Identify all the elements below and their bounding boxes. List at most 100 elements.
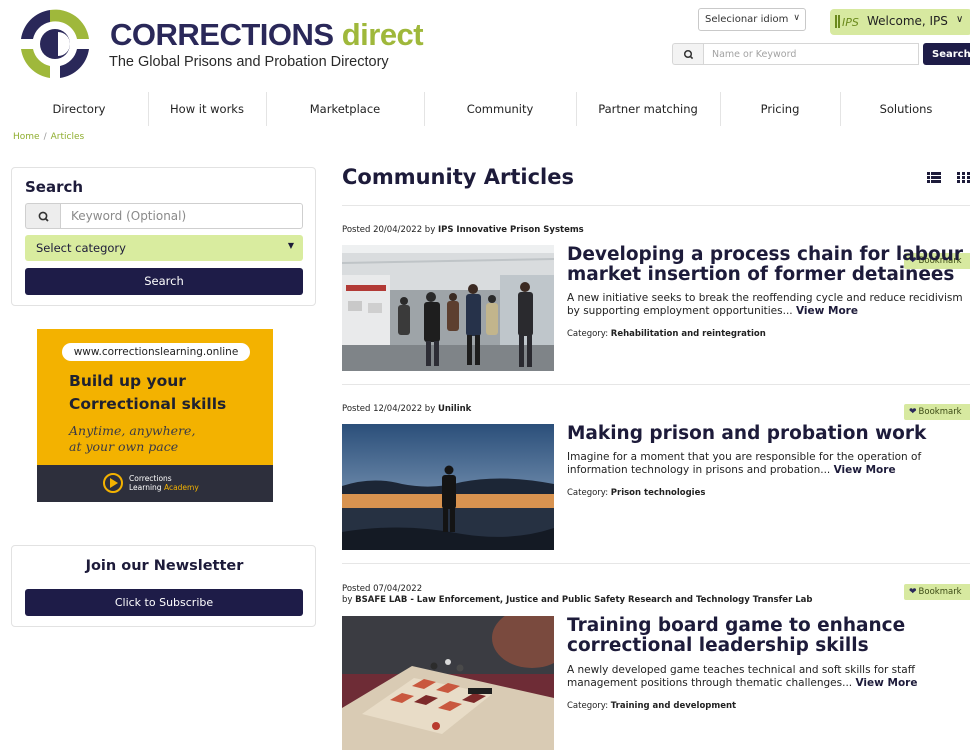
nav-item-partner-matching[interactable]: Partner matching: [578, 88, 718, 130]
nav-divider: [148, 92, 149, 126]
view-more-link[interactable]: View More: [855, 677, 917, 689]
chevron-down-icon: ∨: [793, 13, 800, 23]
keyword-search-icon-box: [25, 203, 61, 229]
article-title[interactable]: Training board game to enhance correctio…: [567, 616, 970, 656]
language-select-label: Selecionar idiom: [705, 14, 789, 25]
ad-headline-line2: Correctional skills: [69, 395, 227, 413]
ips-logo-icon: IPS: [835, 15, 859, 29]
header-search-button[interactable]: Search: [923, 43, 970, 65]
article-author[interactable]: IPS Innovative Prison Systems: [438, 225, 584, 235]
ad-brand-line1: Corrections: [129, 474, 172, 483]
header-search-icon-box: [672, 43, 704, 65]
article-category: Category: Training and development: [567, 701, 736, 711]
article-card: Posted 12/04/2022 by Unilink ❤ Bookmark M…: [342, 404, 970, 554]
brand-tagline: The Global Prisons and Probation Directo…: [109, 54, 389, 70]
divider: [342, 205, 970, 206]
nav-item-pricing[interactable]: Pricing: [722, 88, 838, 130]
article-excerpt: Imagine for a moment that you are respon…: [567, 451, 970, 477]
subscribe-button[interactable]: Click to Subscribe: [25, 589, 303, 616]
search-icon: [683, 49, 694, 60]
brand-name-part2: direct: [341, 17, 424, 52]
play-icon: [103, 473, 123, 493]
article-category-link[interactable]: Rehabilitation and reintegration: [611, 329, 766, 339]
article-card: Posted 07/04/2022 by BSAFE LAB - Law Enf…: [342, 584, 970, 750]
article-category: Category: Prison technologies: [567, 488, 705, 498]
nav-divider: [720, 92, 721, 126]
category-select[interactable]: Select category ▼: [25, 235, 303, 261]
article-posted-date: Posted 12/04/2022 by: [342, 404, 436, 414]
search-icon: [38, 211, 49, 222]
language-select[interactable]: Selecionar idiom ∨: [698, 8, 806, 31]
ad-headline: Build up your Correctional skills: [69, 370, 226, 416]
article-category-link[interactable]: Training and development: [611, 701, 736, 711]
article-category-link[interactable]: Prison technologies: [611, 488, 706, 498]
article-category: Category: Rehabilitation and reintegrati…: [567, 329, 766, 339]
article-excerpt: A newly developed game teaches technical…: [567, 664, 970, 690]
sidebar-search-card: Search Select category ▼ Search: [11, 167, 316, 306]
ad-footer: Corrections Learning Academy: [37, 465, 273, 502]
corrections-direct-logo[interactable]: [10, 8, 100, 80]
article-author[interactable]: Unilink: [438, 404, 471, 414]
article-title[interactable]: Making prison and probation work: [567, 424, 970, 444]
nav-divider: [840, 92, 841, 126]
breadcrumb-current: Articles: [50, 132, 85, 142]
article-image[interactable]: [342, 424, 554, 550]
bookmark-button[interactable]: ❤ Bookmark: [904, 404, 970, 420]
grid-view-icon[interactable]: [957, 172, 970, 183]
list-view-icon[interactable]: [927, 172, 941, 183]
ad-tagline: Anytime, anywhere, at your own pace: [69, 423, 195, 455]
ad-brand-line2b: Academy: [163, 483, 199, 492]
nav-item-how-it-works[interactable]: How it works: [150, 88, 264, 130]
sidebar-search-title: Search: [25, 178, 84, 196]
article-excerpt-text: A new initiative seeks to break the reof…: [567, 292, 963, 317]
category-select-label: Select category: [36, 241, 126, 255]
user-menu[interactable]: IPS Welcome, IPS ∨: [830, 9, 970, 35]
keyword-input[interactable]: [60, 203, 303, 229]
breadcrumb: Home / Articles: [13, 132, 84, 142]
bookmark-button[interactable]: ❤ Bookmark: [904, 584, 970, 600]
main-nav: Directory How it works Marketplace Commu…: [0, 88, 970, 132]
welcome-text: Welcome, IPS: [867, 14, 948, 28]
header-search-input[interactable]: [703, 43, 919, 65]
nav-item-directory[interactable]: Directory: [20, 88, 138, 130]
nav-divider: [576, 92, 577, 126]
ad-tagline-line2: at your own pace: [69, 439, 179, 454]
ad-headline-line1: Build up your: [69, 372, 186, 390]
article-image[interactable]: [342, 245, 554, 371]
bookmark-label: Bookmark: [918, 587, 962, 597]
article-posted: Posted 12/04/2022 by Unilink: [342, 404, 471, 415]
nav-item-community[interactable]: Community: [426, 88, 574, 130]
category-prefix: Category:: [567, 701, 609, 711]
article-posted-date: Posted 07/04/2022: [342, 584, 423, 594]
article-image[interactable]: [342, 616, 554, 750]
divider: [342, 384, 970, 385]
article-posted-by: by: [342, 595, 353, 605]
brand-name-part1: CORRECTIONS: [110, 17, 334, 52]
ips-logo-text: IPS: [842, 16, 859, 29]
nav-item-solutions[interactable]: Solutions: [842, 88, 970, 130]
article-excerpt: A new initiative seeks to break the reof…: [567, 292, 970, 318]
heart-icon: ❤: [909, 407, 917, 417]
article-posted-date: Posted 20/04/2022 by: [342, 225, 436, 235]
view-more-link[interactable]: View More: [834, 464, 896, 476]
breadcrumb-home[interactable]: Home: [13, 132, 40, 142]
article-title[interactable]: Developing a process chain for labour ma…: [567, 245, 970, 285]
page-title: Community Articles: [342, 165, 574, 189]
newsletter-card: Join our Newsletter Click to Subscribe: [11, 545, 316, 627]
newsletter-title: Join our Newsletter: [85, 558, 244, 574]
ad-url: www.correctionslearning.online: [62, 343, 250, 361]
ad-tagline-line1: Anytime, anywhere,: [69, 423, 196, 438]
brand-name[interactable]: CORRECTIONS direct: [110, 17, 424, 53]
heart-icon: ❤: [909, 587, 917, 597]
corrections-learning-ad[interactable]: www.correctionslearning.online Build up …: [37, 329, 273, 502]
nav-divider: [424, 92, 425, 126]
view-more-link[interactable]: View More: [796, 305, 858, 317]
ad-brand-line2a: Learning: [129, 483, 162, 492]
article-card: Posted 20/04/2022 by IPS Innovative Pris…: [342, 225, 970, 375]
ad-brand: Corrections Learning Academy: [129, 474, 199, 492]
caret-down-icon: ▼: [287, 241, 294, 250]
article-posted: Posted 20/04/2022 by IPS Innovative Pris…: [342, 225, 584, 236]
nav-item-marketplace[interactable]: Marketplace: [268, 88, 422, 130]
article-author[interactable]: BSAFE LAB - Law Enforcement, Justice and…: [355, 595, 812, 605]
sidebar-search-button[interactable]: Search: [25, 268, 303, 295]
